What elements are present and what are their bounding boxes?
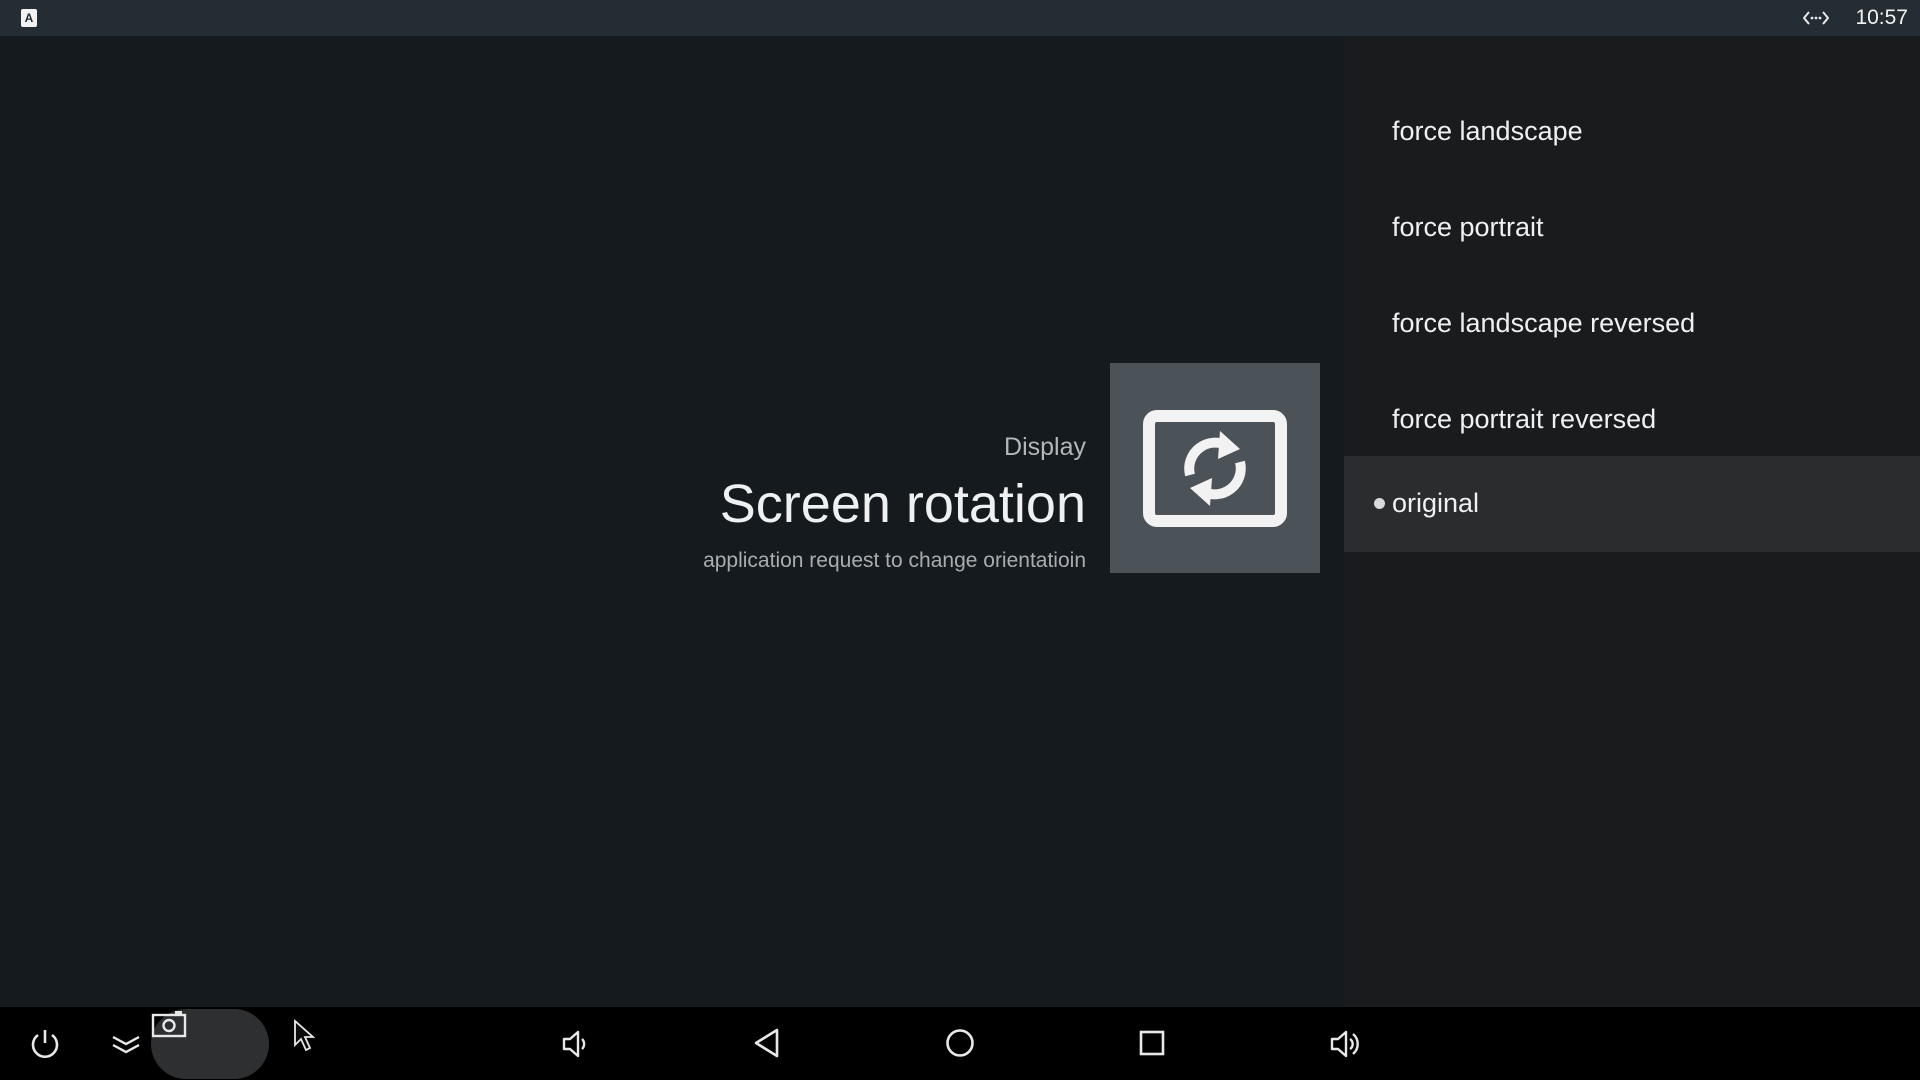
option-label: original	[1392, 488, 1480, 518]
recents-button[interactable]	[1132, 1007, 1172, 1080]
power-button[interactable]	[20, 1007, 70, 1080]
back-triangle-icon	[754, 1028, 779, 1058]
option-original[interactable]: original	[1344, 456, 1920, 552]
chevron-double-down-icon	[112, 1035, 140, 1054]
status-bar: A 10:57	[0, 0, 1920, 36]
home-button[interactable]	[940, 1007, 980, 1080]
volume-up-button[interactable]	[1325, 1007, 1370, 1080]
camera-icon	[151, 1011, 187, 1038]
page-description: application request to change orientatio…	[703, 549, 1086, 572]
page-title: Screen rotation	[719, 474, 1086, 534]
selected-indicator-icon	[1374, 498, 1385, 509]
option-label: force portrait	[1392, 212, 1544, 242]
breadcrumb: Display	[1004, 433, 1086, 461]
recents-square-icon	[1139, 1030, 1165, 1056]
mouse-pointer-icon	[294, 1019, 316, 1052]
back-button[interactable]	[748, 1007, 788, 1080]
screenshot-button[interactable]	[151, 1009, 269, 1079]
guidance-icon-box	[1110, 363, 1320, 573]
power-icon	[31, 1030, 59, 1058]
option-force-portrait[interactable]: force portrait	[1344, 180, 1920, 276]
collapse-button[interactable]	[100, 1007, 150, 1080]
list-item-partial[interactable]	[1344, 36, 1920, 50]
a-letter-icon: A	[21, 9, 37, 27]
option-label: force landscape reversed	[1392, 308, 1696, 338]
option-force-landscape-reversed[interactable]: force landscape reversed	[1344, 276, 1920, 372]
volume-up-icon	[1330, 1030, 1359, 1058]
option-force-landscape[interactable]: force landscape	[1344, 84, 1920, 180]
volume-down-icon	[562, 1030, 586, 1058]
clock: 10:57	[1855, 6, 1908, 29]
option-label: force portrait reversed	[1392, 404, 1657, 434]
volume-down-button[interactable]	[555, 1007, 595, 1080]
options-panel: force landscape force portrait force lan…	[1344, 36, 1920, 1007]
home-circle-icon	[946, 1029, 974, 1057]
ethernet-icon	[1803, 11, 1829, 25]
option-force-portrait-reversed[interactable]: force portrait reversed	[1344, 372, 1920, 468]
option-label: force landscape	[1392, 116, 1583, 146]
screen-rotation-icon	[1143, 410, 1287, 527]
navigation-bar	[0, 1007, 1920, 1080]
